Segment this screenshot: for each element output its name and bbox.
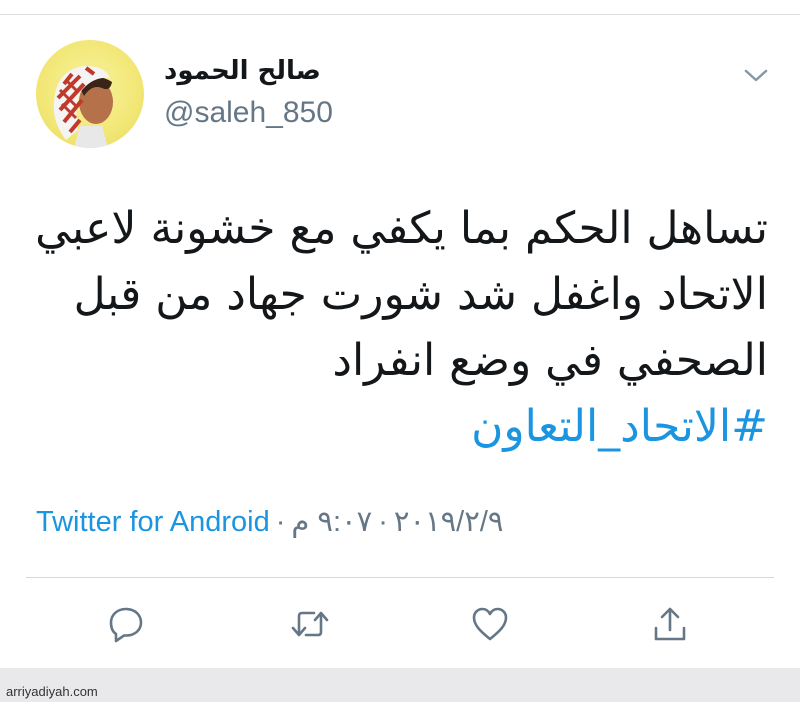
top-border bbox=[0, 14, 800, 15]
retweet-icon bbox=[291, 611, 329, 637]
retweet-button[interactable] bbox=[286, 600, 334, 648]
meta-separator: · bbox=[378, 506, 388, 538]
bottom-bar bbox=[0, 668, 800, 702]
tweet-meta: Twitter for Android · ٢٠١٩/٢/٩·٩:٠٧ م bbox=[36, 504, 596, 539]
like-button[interactable] bbox=[466, 600, 514, 648]
tweet-text-line: الصحفي في وضع انفراد bbox=[332, 335, 768, 386]
chevron-down-icon[interactable] bbox=[740, 64, 772, 88]
tweet-text-line: الاتحاد واغفل شد شورت جهاد من قبل bbox=[73, 269, 768, 320]
heart-icon bbox=[472, 607, 508, 641]
watermark: arriyadiyah.com bbox=[6, 684, 98, 699]
hashtag-link[interactable]: #الاتحاد_التعاون bbox=[110, 394, 768, 460]
tweet-text: تساهل الحكم بما يكفي مع خشونة لاعبي الات… bbox=[35, 196, 768, 460]
tweet-time: ٩:٠٧ م bbox=[291, 506, 373, 538]
tweet-date: ٢٠١٩/٢/٩ bbox=[393, 506, 504, 538]
tweet-text-line: تساهل الحكم بما يكفي مع خشونة لاعبي bbox=[35, 203, 768, 254]
avatar-image bbox=[53, 66, 113, 148]
reply-button[interactable] bbox=[102, 600, 150, 648]
share-icon bbox=[654, 607, 686, 641]
display-name[interactable]: صالح الحمود bbox=[164, 56, 344, 86]
reply-icon bbox=[109, 607, 143, 643]
meta-separator: · bbox=[275, 506, 286, 538]
share-button[interactable] bbox=[646, 600, 694, 648]
user-handle[interactable]: @saleh_850 bbox=[164, 96, 333, 130]
actions-divider bbox=[26, 577, 774, 578]
avatar[interactable] bbox=[36, 40, 144, 148]
source-link[interactable]: Twitter for Android bbox=[36, 506, 270, 538]
